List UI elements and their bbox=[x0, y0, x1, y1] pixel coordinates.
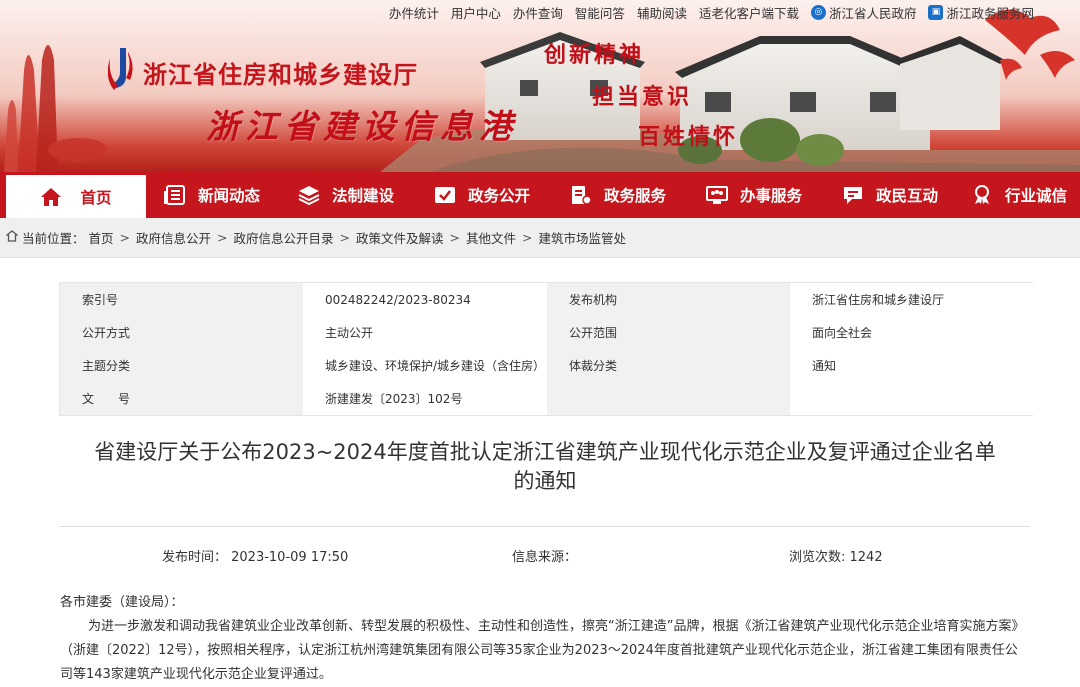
breadcrumb-separator: > bbox=[217, 230, 228, 245]
service-net-icon: ▣ bbox=[928, 4, 944, 20]
document-gear-icon bbox=[570, 184, 592, 206]
newspaper-icon bbox=[163, 184, 186, 206]
meta-key-empty bbox=[547, 382, 790, 415]
link-zj-gov[interactable]: ◎ 浙江省人民政府 bbox=[810, 3, 917, 22]
article-greeting: 各市建委（建设局）： bbox=[60, 595, 184, 610]
meta-key-index: 索引号 bbox=[60, 283, 303, 316]
article-title-line2: 的通知 bbox=[513, 469, 577, 493]
layers-icon bbox=[298, 184, 320, 206]
slogan-responsibility: 担当意识 bbox=[592, 84, 693, 110]
article-body: 各市建委（建设局）： 为进一步激发和调动我省建筑业企业改革创新、转型发展的积极性… bbox=[60, 591, 1030, 687]
breadcrumb-info-public[interactable]: 政府信息公开 bbox=[136, 228, 211, 247]
breadcrumb-separator: > bbox=[119, 230, 131, 245]
chat-bubble-icon bbox=[842, 184, 864, 206]
meta-key-open-mode: 公开方式 bbox=[60, 316, 303, 349]
article-paragraph: 为进一步激发和调动我省建筑业企业改革创新、转型发展的积极性、主动性和创造性，擦亮… bbox=[60, 619, 1025, 682]
site-banner: 办件统计 用户中心 办件查询 智能问答 辅助阅读 适老化客户端下载 ◎ 浙江省人… bbox=[0, 0, 1080, 172]
nav-label-home: 首页 bbox=[80, 188, 112, 207]
meta-value-publisher: 浙江省住房和城乡建设厅 bbox=[790, 283, 1034, 316]
breadcrumb-label: 当前位置： bbox=[22, 231, 85, 246]
nav-label-gov-open: 政务公开 bbox=[467, 187, 530, 205]
nav-item-news[interactable]: 新闻动态 bbox=[146, 172, 278, 218]
breadcrumb: 当前位置： 首页 > 政府信息公开 > 政府信息公开目录 > 政策文件及解读 >… bbox=[0, 218, 1080, 258]
article-title-line1: 省建设厅关于公布2023~2024年度首批认定浙江省建筑产业现代化示范企业及复评… bbox=[94, 440, 996, 464]
meta-value-open-mode: 主动公开 bbox=[303, 316, 547, 349]
article-title: 省建设厅关于公布2023~2024年度首批认定浙江省建筑产业现代化示范企业及复评… bbox=[60, 438, 1030, 496]
breadcrumb-separator: > bbox=[339, 230, 351, 245]
nav-item-gov-service[interactable]: 政务服务 bbox=[550, 172, 686, 218]
breadcrumb-separator: > bbox=[522, 230, 533, 245]
meta-value-topic: 城乡建设、环境保护/城乡建设（含住房） bbox=[303, 349, 547, 382]
meta-value-doc-number: 浙建建发〔2023〕102号 bbox=[303, 382, 547, 415]
portal-name: 浙江省建设信息港 bbox=[206, 107, 518, 146]
meta-key-genre: 体裁分类 bbox=[547, 349, 790, 382]
home-icon bbox=[40, 186, 62, 208]
publish-time: 发布时间： 2023-10-09 17:50 bbox=[162, 550, 349, 565]
nav-item-interaction[interactable]: 政民互动 bbox=[822, 172, 958, 218]
meta-key-topic: 主题分类 bbox=[60, 349, 303, 382]
service-label: 浙江政务服务网 bbox=[946, 5, 1034, 21]
breadcrumb-other-docs[interactable]: 其他文件 bbox=[466, 228, 516, 247]
envelope-check-icon bbox=[434, 184, 456, 206]
breadcrumb-policy-docs[interactable]: 政策文件及解读 bbox=[356, 228, 444, 247]
link-case-query[interactable]: 办件查询 bbox=[513, 3, 563, 22]
info-source: 信息来源： bbox=[512, 550, 578, 565]
nav-item-home[interactable]: 首页 bbox=[6, 175, 146, 218]
document-meta-table: 索引号 002482242/2023-80234 发布机构 浙江省住房和城乡建设… bbox=[59, 282, 1034, 416]
nav-item-gov-open[interactable]: 政务公开 bbox=[414, 172, 550, 218]
top-utility-bar: 办件统计 用户中心 办件查询 智能问答 辅助阅读 适老化客户端下载 ◎ 浙江省人… bbox=[389, 0, 1080, 24]
nav-label-credit: 行业诚信 bbox=[1004, 187, 1067, 205]
nav-item-legal[interactable]: 法制建设 bbox=[278, 172, 414, 218]
slogan-people: 百姓情怀 bbox=[638, 124, 739, 150]
nav-label-interaction: 政民互动 bbox=[875, 187, 938, 205]
meta-key-publisher: 发布机构 bbox=[547, 283, 790, 316]
link-zj-service[interactable]: ▣ 浙江政务服务网 bbox=[928, 3, 1034, 22]
link-smart-qa[interactable]: 智能问答 bbox=[575, 3, 625, 22]
breadcrumb-info-catalog[interactable]: 政府信息公开目录 bbox=[234, 228, 334, 247]
meta-value-genre: 通知 bbox=[790, 349, 1034, 382]
award-ribbon-icon bbox=[971, 184, 993, 206]
meta-key-doc-number: 文 号 bbox=[60, 382, 303, 415]
gov-emblem-icon: ◎ bbox=[810, 4, 826, 20]
meta-key-open-scope: 公开范围 bbox=[547, 316, 790, 349]
main-nav: 首页 新闻动态 法制建设 政务公开 政务服务 办事服务 政民互动 行业诚信 bbox=[0, 172, 1080, 218]
dept-name: 浙江省住房和城乡建设厅 bbox=[143, 60, 418, 89]
meta-value-open-scope: 面向全社会 bbox=[790, 316, 1034, 349]
title-divider bbox=[60, 526, 1030, 527]
dept-logo-icon bbox=[108, 48, 133, 90]
breadcrumb-separator: > bbox=[449, 230, 461, 245]
location-pin-icon bbox=[5, 230, 19, 245]
meta-value-empty bbox=[790, 382, 1034, 415]
meta-value-index: 002482242/2023-80234 bbox=[303, 283, 547, 316]
nav-label-gov-service: 政务服务 bbox=[603, 187, 666, 205]
link-user-center[interactable]: 用户中心 bbox=[451, 3, 501, 22]
link-stats[interactable]: 办件统计 bbox=[389, 3, 439, 22]
group-monitor-icon bbox=[705, 184, 728, 206]
view-count: 浏览次数: 1242 bbox=[789, 550, 883, 565]
link-elderly-app[interactable]: 适老化客户端下载 bbox=[699, 3, 799, 22]
nav-item-affairs[interactable]: 办事服务 bbox=[686, 172, 822, 218]
breadcrumb-home[interactable]: 首页 bbox=[89, 228, 114, 247]
nav-label-legal: 法制建设 bbox=[331, 187, 394, 205]
slogan-innovation: 创新精神 bbox=[544, 42, 645, 68]
breadcrumb-market-dept[interactable]: 建筑市场监管处 bbox=[539, 228, 627, 247]
link-reading-aid[interactable]: 辅助阅读 bbox=[637, 3, 687, 22]
nav-label-affairs: 办事服务 bbox=[739, 187, 802, 205]
gov-label: 浙江省人民政府 bbox=[828, 5, 917, 21]
nav-item-credit[interactable]: 行业诚信 bbox=[958, 172, 1080, 218]
nav-label-news: 新闻动态 bbox=[197, 187, 260, 205]
